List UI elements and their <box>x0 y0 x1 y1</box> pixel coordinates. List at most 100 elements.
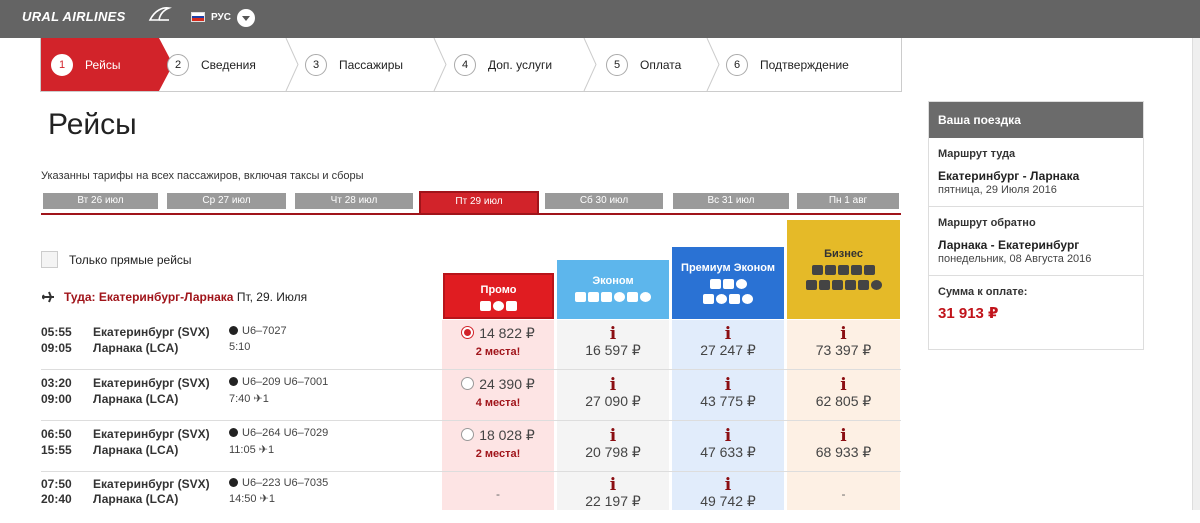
promo-fare-cell[interactable]: 18 028 ₽ 2 места! <box>442 427 554 460</box>
fare-radio[interactable] <box>461 428 475 441</box>
flight-row[interactable]: 03:20 09:00 Екатеринбург (SVX) Ларнака (… <box>41 371 901 421</box>
duration-text: 14:50 <box>229 493 257 505</box>
premium-fare-cell[interactable]: i 27 247 ₽ <box>672 326 784 359</box>
date-tab[interactable]: Чт 28 июл <box>295 193 413 209</box>
fare-unavailable: - <box>841 487 846 501</box>
step-payment[interactable]: 5 Оплата <box>606 38 716 91</box>
duration: 5:10 <box>229 341 250 353</box>
flight-number[interactable]: U6–223 U6–7035 <box>229 477 328 489</box>
summary-title: Ваша поездка <box>929 102 1143 138</box>
business-fare-cell[interactable]: i 62 805 ₽ <box>787 377 900 410</box>
info-icon[interactable] <box>229 478 238 487</box>
direct-only-checkbox[interactable] <box>41 251 58 268</box>
step-confirmation[interactable]: 6 Подтверждение <box>726 38 901 91</box>
route-label: Туда: Екатеринбург-Ларнака <box>64 290 234 304</box>
fare-header-promo[interactable]: Промо <box>443 273 554 319</box>
flight-row[interactable]: 07:50 20:40 Екатеринбург (SVX) Ларнака (… <box>41 473 901 523</box>
total-label: Сумма к оплате: <box>938 286 1028 298</box>
info-icon[interactable]: i <box>557 477 669 494</box>
arrival-city: Ларнака (LCA) <box>93 443 179 457</box>
outbound-label: Маршрут туда <box>938 148 1016 160</box>
premium-fare-cell[interactable]: i 49 742 ₽ <box>672 477 784 510</box>
direct-only-filter[interactable]: Только прямые рейсы <box>41 251 192 268</box>
flight-row[interactable]: 05:55 09:05 Екатеринбург (SVX) Ларнака (… <box>41 320 901 370</box>
step-flights[interactable]: 1 Рейсы <box>41 38 159 91</box>
page-scrollbar[interactable] <box>1192 38 1200 510</box>
step-passengers[interactable]: 3 Пассажиры <box>305 38 445 91</box>
date-tab[interactable]: Пн 1 авг <box>797 193 899 209</box>
flight-number[interactable]: U6–209 U6–7001 <box>229 376 328 388</box>
business-fare-cell[interactable]: i 68 933 ₽ <box>787 428 900 461</box>
economy-fare-cell[interactable]: i 16 597 ₽ <box>557 326 669 359</box>
fare-radio[interactable] <box>461 377 475 390</box>
step-divider-icon <box>433 38 447 91</box>
promo-fare-cell[interactable]: 24 390 ₽ 4 места! <box>442 376 554 409</box>
departure-time: 03:20 <box>41 376 72 390</box>
info-icon[interactable] <box>229 326 238 335</box>
date-tab[interactable]: Вт 26 июл <box>43 193 158 209</box>
promo-fare-cell[interactable]: 14 822 ₽ 2 места! <box>442 325 554 358</box>
economy-fare-cell[interactable]: i 27 090 ₽ <box>557 377 669 410</box>
step-details[interactable]: 2 Сведения <box>167 38 297 91</box>
duration: 7:40 ✈1 <box>229 392 269 405</box>
business-fare-cell[interactable]: i 73 397 ₽ <box>787 326 900 359</box>
stop-plane-icon: ✈ <box>253 393 263 405</box>
return-label: Маршрут обратно <box>938 217 1036 229</box>
info-icon[interactable] <box>229 428 238 437</box>
info-icon[interactable]: i <box>672 477 784 494</box>
fare-unavailable: - <box>496 487 500 501</box>
seats-left: 2 места! <box>475 448 521 460</box>
info-icon[interactable]: i <box>557 326 669 343</box>
fare-price: 62 805 ₽ <box>815 393 872 409</box>
fare-header-economy[interactable]: Эконом <box>557 260 669 319</box>
economy-fare-cell[interactable]: i 22 197 ₽ <box>557 477 669 510</box>
date-tab[interactable]: Сб 30 июл <box>545 193 663 209</box>
fare-price: 22 197 ₽ <box>585 493 641 509</box>
fare-header-business[interactable]: Бизнес <box>787 220 900 319</box>
date-underline <box>41 213 901 215</box>
info-icon[interactable]: i <box>672 377 784 394</box>
fare-price: 27 090 ₽ <box>585 393 641 409</box>
info-icon[interactable]: i <box>672 428 784 445</box>
fare-price: 14 822 ₽ <box>479 325 535 341</box>
date-tab-selected[interactable]: Пт 29 июл <box>419 191 539 213</box>
page-title: Рейсы <box>48 108 137 141</box>
premium-fare-cell[interactable]: i 47 633 ₽ <box>672 428 784 461</box>
fare-features-icon <box>672 279 784 289</box>
info-icon[interactable] <box>229 377 238 386</box>
info-icon[interactable]: i <box>787 377 900 394</box>
info-icon[interactable]: i <box>787 428 900 445</box>
fare-price: 47 633 ₽ <box>700 444 756 460</box>
duration: 11:05 ✈1 <box>229 443 274 456</box>
economy-fare-cell[interactable]: i 20 798 ₽ <box>557 428 669 461</box>
fare-name: Промо <box>480 284 517 296</box>
fare-radio-selected[interactable] <box>461 326 475 339</box>
language-label[interactable]: РУС <box>211 12 231 23</box>
step-label: Оплата <box>640 57 682 72</box>
flight-number-text: U6–209 U6–7001 <box>242 376 329 388</box>
stops-count: 1 <box>262 393 269 405</box>
language-dropdown-icon[interactable] <box>237 9 255 27</box>
flight-row[interactable]: 06:50 15:55 Екатеринбург (SVX) Ларнака (… <box>41 422 901 472</box>
business-fare-cell: - <box>787 487 900 501</box>
premium-fare-cell[interactable]: i 43 775 ₽ <box>672 377 784 410</box>
fare-header-premium[interactable]: Премиум Эконом <box>672 247 784 319</box>
brand-name[interactable]: URAL AIRLINES <box>22 9 126 24</box>
arrival-time: 20:40 <box>41 492 72 506</box>
stop-plane-icon: ✈ <box>259 493 269 505</box>
info-icon[interactable]: i <box>672 326 784 343</box>
info-icon[interactable]: i <box>557 428 669 445</box>
date-tab[interactable]: Ср 27 июл <box>167 193 286 209</box>
total-amount: 31 913 ₽ <box>938 305 999 322</box>
flight-number[interactable]: U6–7027 <box>229 325 287 337</box>
step-label: Доп. услуги <box>488 57 553 72</box>
step-label: Сведения <box>201 57 256 72</box>
info-icon[interactable]: i <box>557 377 669 394</box>
return-date: понедельник, 08 Августа 2016 <box>938 253 1092 265</box>
departure-city: Екатеринбург (SVX) <box>93 325 210 339</box>
fare-features-icon <box>787 280 900 290</box>
info-icon[interactable]: i <box>787 326 900 343</box>
step-extras[interactable]: 4 Доп. услуги <box>454 38 594 91</box>
flight-number[interactable]: U6–264 U6–7029 <box>229 427 328 439</box>
date-tab[interactable]: Вс 31 июл <box>673 193 789 209</box>
